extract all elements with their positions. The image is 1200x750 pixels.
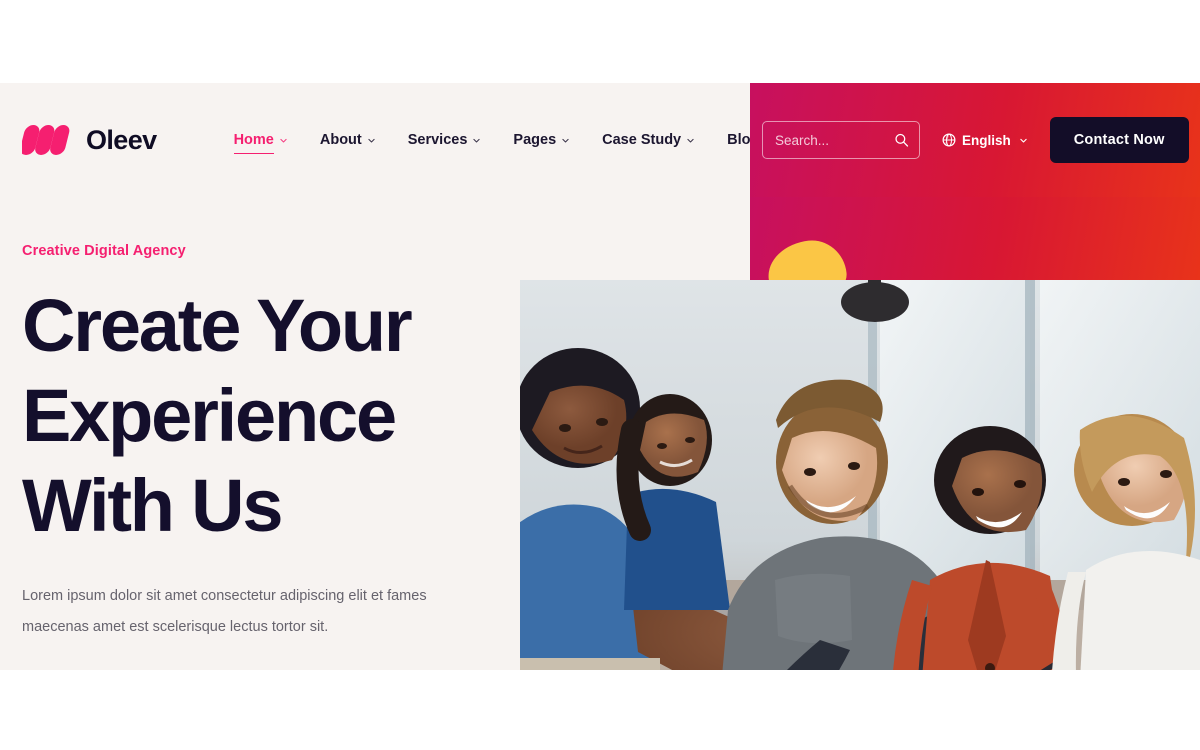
language-label: English: [962, 132, 1011, 148]
chevron-down-icon: [1020, 138, 1027, 143]
hero-image: [520, 280, 1200, 670]
nav-item-label: Case Study: [602, 132, 682, 148]
language-selector[interactable]: English: [942, 133, 1028, 148]
nav-item-label: About: [319, 132, 362, 148]
chevron-down-icon: [368, 138, 375, 143]
contact-now-button[interactable]: Contact Now: [1049, 117, 1189, 163]
hero-eyebrow: Creative Digital Agency: [22, 243, 186, 259]
hero-copy: Creative Digital Agency Create Your Expe…: [22, 243, 492, 670]
hero-title-line-2: Experience: [22, 374, 397, 457]
nav-item-services[interactable]: Services: [392, 132, 498, 148]
hero-title-line-1: Create Your: [22, 284, 413, 367]
header-left-region: Oleev Home About Services Pages Case Stu…: [0, 83, 859, 197]
nav-item-case-study[interactable]: Case Study: [586, 132, 711, 148]
nav-item-label: Services: [407, 132, 468, 148]
chevron-down-icon: [687, 138, 694, 143]
search-icon[interactable]: [894, 133, 909, 148]
chevron-down-icon: [473, 138, 481, 143]
chevron-down-icon: [280, 138, 287, 143]
hero-title: Create Your Experience With Us: [22, 281, 492, 551]
hero-title-line-3: With Us: [22, 464, 284, 547]
globe-icon: [942, 133, 956, 147]
nav-item-label: Pages: [513, 132, 557, 148]
header-gradient-band: [750, 197, 1200, 280]
nav-item-home[interactable]: Home: [218, 132, 304, 154]
brand-logo[interactable]: Oleev: [22, 125, 157, 156]
page-root: Oleev Home About Services Pages Case Stu…: [0, 83, 1200, 670]
hero-photo: [520, 280, 1200, 670]
nav-item-pages[interactable]: Pages: [497, 132, 586, 148]
nav-item-label: Home: [233, 132, 275, 154]
site-header: Oleev Home About Services Pages Case Stu…: [0, 83, 1200, 197]
search-box[interactable]: [762, 121, 920, 159]
header-right-region: English Contact Now: [750, 83, 1200, 197]
brand-name: Oleev: [86, 124, 157, 155]
nav-item-about[interactable]: About: [304, 132, 392, 148]
yellow-blob-shape: [765, 237, 849, 280]
oleev-logo-mark-icon: [22, 125, 70, 155]
hero-description: Lorem ipsum dolor sit amet consectetur a…: [22, 588, 427, 635]
chevron-down-icon: [562, 138, 569, 143]
